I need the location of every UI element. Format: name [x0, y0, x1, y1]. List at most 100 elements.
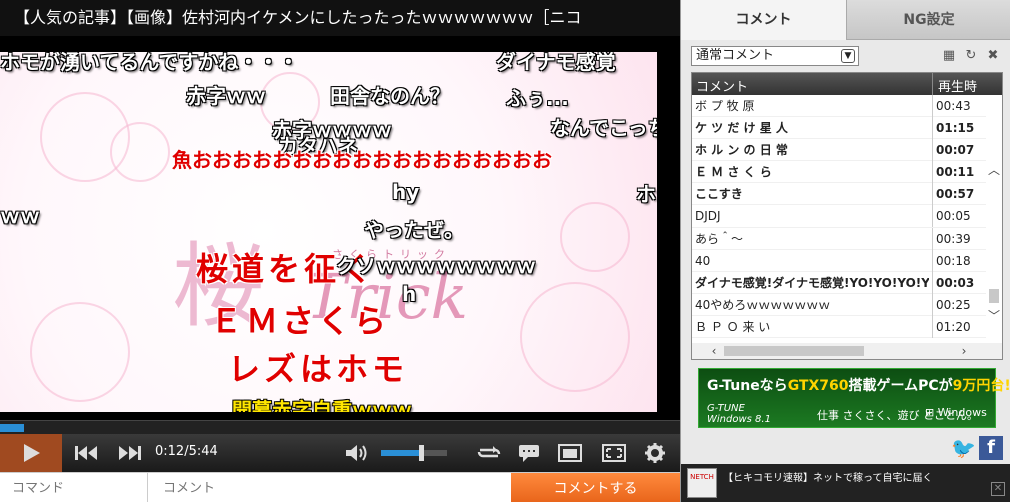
comment-row-time: 00:39: [936, 231, 971, 246]
fullscreen-button[interactable]: [596, 434, 632, 472]
video-title[interactable]: 【人気の記事】【画像】佐村河内イケメンにしたったったｗｗｗｗｗｗｗ［ニコ: [0, 0, 680, 36]
scrollbar-thumb[interactable]: [724, 346, 864, 356]
column-divider[interactable]: [932, 73, 933, 95]
comment-input[interactable]: [149, 473, 511, 502]
comment-row-time: 00:25: [936, 297, 971, 312]
column-divider: [932, 139, 933, 162]
comment-row-text: ボ プ 牧 原: [695, 99, 755, 113]
fullscreen-icon: [602, 444, 626, 462]
overlay-comment: ホモが湧いてるんですかね・・・: [0, 52, 299, 74]
overlay-comment: クソｗｗｗｗｗｗｗｗ: [336, 254, 536, 278]
horizontal-scrollbar[interactable]: ‹ ›: [692, 343, 1002, 359]
ad-brand-logo: G-TUNE Windows 8.1: [707, 403, 771, 425]
seek-bar-fill: [0, 424, 25, 432]
volume-slider-fill: [381, 450, 421, 456]
next-button[interactable]: [110, 434, 150, 472]
comment-row-time: 00:11: [936, 165, 975, 180]
comment-toggle-button[interactable]: [512, 434, 546, 472]
comment-row[interactable]: DJDJ 00:05: [692, 205, 988, 228]
gear-icon: [645, 443, 665, 463]
column-divider: [932, 117, 933, 140]
time-display: 0:12/5:44: [155, 444, 218, 459]
comment-row[interactable]: あら＾～ 00:39: [692, 227, 988, 250]
ad-headline-highlight: GTX760: [787, 378, 849, 394]
repeat-button[interactable]: [470, 434, 508, 472]
seek-bar[interactable]: [0, 420, 680, 434]
comment-row[interactable]: 40 00:18: [692, 249, 988, 272]
advertisement-banner[interactable]: G-TuneならGTX760搭載ゲームPCが9万円台! G-TUNE Window…: [698, 368, 1010, 428]
column-header-time[interactable]: 再生時: [938, 76, 977, 95]
news-ticker[interactable]: NETCH 【ヒキコモリ速報】ネットで稼って自宅に届く ✕: [681, 464, 1010, 502]
column-header-comment[interactable]: コメント: [696, 76, 748, 95]
comment-row-time: 00:43: [936, 99, 971, 113]
play-button[interactable]: [0, 434, 62, 472]
close-icon[interactable]: ✕: [991, 482, 1005, 496]
mute-button[interactable]: [340, 434, 374, 472]
skip-back-icon: [75, 446, 97, 460]
flower-decoration: [520, 282, 630, 392]
comment-row[interactable]: ダイナモ感覚!ダイナモ感覚!YO!YO!YO!YE 00:03: [692, 271, 988, 294]
comment-row-text: 40: [695, 253, 711, 268]
volume-slider-knob[interactable]: [418, 445, 424, 461]
comment-row-time: 00:05: [936, 209, 971, 224]
column-divider: [932, 95, 933, 117]
comment-type-select-label: 通常コメント: [696, 48, 775, 63]
comment-row-text: Ｅ Ｍ さ く ら: [695, 165, 772, 180]
vertical-scrollbar[interactable]: ︿ ﹀: [986, 95, 1002, 345]
facebook-icon[interactable]: f: [979, 436, 1003, 460]
submit-comment-button[interactable]: コメントする: [511, 473, 680, 502]
tab-ng-settings[interactable]: NG設定: [846, 0, 1010, 40]
column-divider: [932, 249, 933, 272]
window-icon: [558, 444, 582, 462]
social-share: 🐦 f: [951, 434, 1009, 460]
comment-row-text: ケ ツ だ け 星 人: [695, 121, 788, 136]
video-area[interactable]: 桜 さくらトリック Trick ホモが湧いてるんですかね・・・ ダイナモ感覚 赤…: [0, 52, 657, 412]
windows-logo: ⊞ Windows: [925, 406, 987, 419]
comment-row[interactable]: ホ ル ン の 日 常 00:07: [692, 139, 988, 162]
skip-forward-icon: [119, 446, 141, 460]
column-divider: [932, 271, 933, 294]
comment-row[interactable]: ボ プ 牧 原 00:43: [692, 95, 988, 118]
overlay-comment: hy: [392, 180, 420, 204]
tool-icon[interactable]: ✖: [985, 48, 1001, 64]
prev-button[interactable]: [66, 434, 106, 472]
twitter-icon[interactable]: 🐦: [951, 436, 976, 460]
scroll-up-icon[interactable]: ︿: [986, 161, 1002, 178]
keyboard-icon[interactable]: ▦: [941, 48, 957, 64]
comment-row[interactable]: ここすき 00:57: [692, 183, 988, 206]
comment-row[interactable]: Ｂ Ｐ Ｏ 来 い 01:20: [692, 315, 988, 339]
chevron-down-icon: ▼: [841, 49, 855, 63]
comment-row[interactable]: Ｅ Ｍ さ く ら 00:11: [692, 161, 988, 184]
volume-slider[interactable]: [381, 445, 447, 461]
tab-comment[interactable]: コメント: [681, 0, 846, 40]
repeat-icon: [477, 446, 501, 458]
comment-row-text: Ｂ Ｐ Ｏ 来 い: [695, 319, 771, 334]
comment-row-time: 00:03: [936, 275, 975, 290]
news-headline[interactable]: 【ヒキコモリ速報】ネットで稼って自宅に届く: [723, 469, 933, 484]
comment-row-time: 00:57: [936, 187, 975, 202]
scroll-down-icon[interactable]: ﹀: [986, 307, 1002, 324]
overlay-comment: やったぜ。: [364, 218, 464, 242]
news-thumbnail: NETCH: [687, 468, 717, 498]
comment-row-time: 01:15: [936, 121, 975, 136]
settings-button[interactable]: [638, 434, 672, 472]
ad-headline-highlight: 9万円台!: [952, 378, 1010, 394]
screen-size-button[interactable]: [552, 434, 588, 472]
comment-rows: ボ プ 牧 原 00:43 ケ ツ だ け 星 人 01:15 ホ ル ン の 日 常 0…: [692, 95, 988, 345]
overlay-comment: ふぅ...: [506, 86, 569, 110]
ad-headline: G-TuneならGTX760搭載ゲームPCが9万円台!: [707, 375, 1010, 395]
scrollbar-thumb[interactable]: [989, 289, 999, 303]
comment-row[interactable]: ケ ツ だ け 星 人 01:15: [692, 117, 988, 140]
command-input[interactable]: [0, 473, 148, 502]
scroll-right-icon[interactable]: ›: [956, 344, 972, 358]
comment-type-select[interactable]: 通常コメント ▼: [691, 46, 859, 66]
column-divider: [932, 205, 933, 228]
windows-label: Windows: [937, 406, 987, 419]
refresh-icon[interactable]: ↻: [963, 48, 979, 64]
volume-icon: [346, 445, 367, 461]
scroll-left-icon[interactable]: ‹: [706, 344, 722, 358]
overlay-comment: 魚おおおおおおおおおおおおおおおおおお: [172, 148, 552, 172]
column-divider: [932, 227, 933, 250]
comment-row-text: あら＾～: [695, 231, 744, 246]
comment-row[interactable]: 40やめろｗｗｗｗｗｗｗ 00:25: [692, 293, 988, 316]
